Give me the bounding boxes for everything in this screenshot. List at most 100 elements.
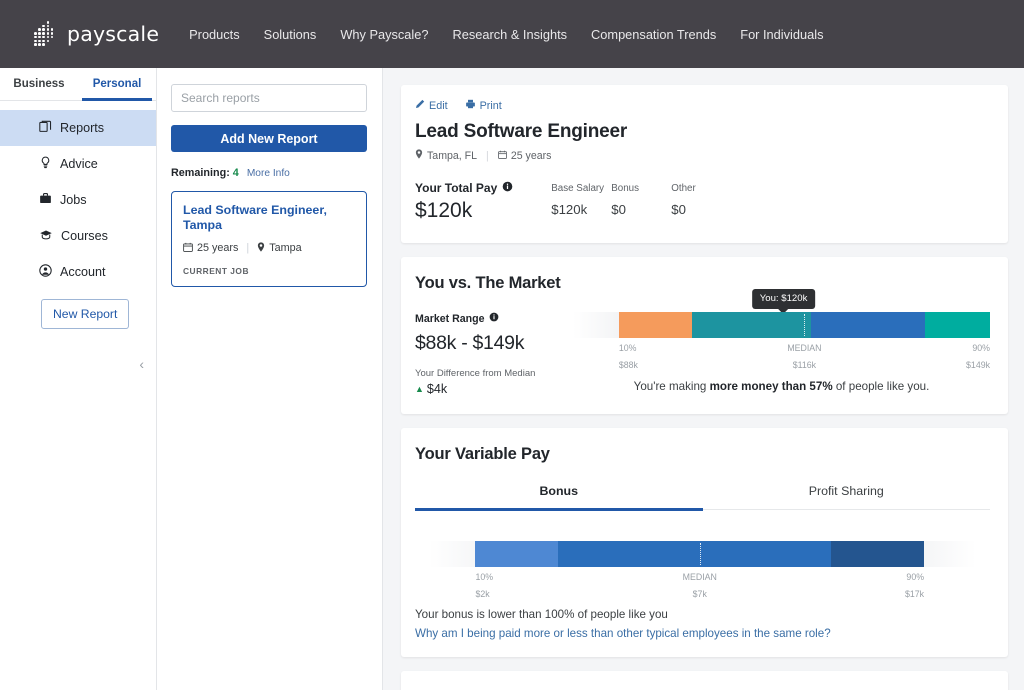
- primary-nav-links: Products Solutions Why Payscale? Researc…: [189, 27, 823, 42]
- note-suffix: of people like you.: [832, 380, 930, 393]
- market-percentile-note: You're making more money than 57% of peo…: [573, 380, 990, 393]
- bar-segment-2: [557, 541, 832, 567]
- app-shell: Business Personal Reports Advice Jobs Co…: [0, 68, 1024, 690]
- report-card-location: Tampa: [257, 242, 302, 255]
- market-panel-body: Market Range $88k - $149k Your Differenc…: [415, 289, 990, 397]
- sidebar-item-courses[interactable]: Courses: [0, 218, 156, 254]
- search-input[interactable]: [171, 84, 367, 112]
- scale-tick-1: 10% $2k: [475, 572, 493, 599]
- more-info-link[interactable]: More Info: [247, 168, 290, 179]
- market-panel-title: You vs. The Market: [415, 274, 561, 292]
- tab-bonus[interactable]: Bonus: [415, 484, 703, 511]
- sidebar-item-label: Advice: [60, 157, 98, 171]
- collapse-sidebar-chevron-left-icon[interactable]: ‹: [139, 356, 144, 372]
- difference-from-median-value: $4k: [426, 382, 448, 396]
- remaining-label: Remaining:: [171, 167, 230, 179]
- scale-tick-3: 90% $149k: [966, 343, 990, 370]
- bar-segment-1: [475, 541, 558, 567]
- breakdown-label: Bonus: [611, 183, 640, 194]
- job-experience-text: 25 years: [510, 149, 552, 162]
- market-range-label-row: Market Range: [415, 312, 573, 325]
- info-icon[interactable]: [489, 312, 499, 325]
- payscale-wordmark: payscale: [67, 22, 160, 46]
- bar-segment-2: [691, 312, 811, 338]
- meta-divider: |: [486, 149, 489, 162]
- job-header-panel: Edit Print Lead Software Engineer Tampa,…: [401, 85, 1008, 243]
- pay-summary-row: Your Total Pay $120k Base Salary $120k B…: [415, 181, 990, 223]
- edit-link[interactable]: Edit: [415, 99, 448, 112]
- why-paid-differently-link[interactable]: Why am I being paid more or less than ot…: [415, 627, 990, 640]
- breakdown-label: Base Salary: [551, 183, 605, 194]
- nav-link-solutions[interactable]: Solutions: [264, 27, 317, 42]
- market-range-summary: Market Range $88k - $149k Your Differenc…: [415, 312, 573, 397]
- nav-link-compensation-trends[interactable]: Compensation Trends: [591, 27, 716, 42]
- market-worth-over-time-panel: Your Market Worth Over Time: [401, 671, 1008, 690]
- bar-segment-3: [831, 541, 925, 567]
- report-card-title: Lead Software Engineer, Tampa: [183, 203, 327, 232]
- tab-profit-sharing[interactable]: Profit Sharing: [703, 484, 991, 509]
- bonus-chart: 10% $2k MEDIAN $7k 90% $17k: [415, 541, 990, 604]
- bar-segment-4: [925, 312, 990, 338]
- job-location-text: Tampa, FL: [427, 149, 478, 162]
- scale-tick-percent: 10%: [475, 572, 494, 582]
- scale-tick-percent: 10%: [618, 343, 637, 353]
- pay-breakdown-bonus: Bonus $0: [611, 183, 671, 217]
- payscale-dot-matrix-icon: [34, 21, 60, 47]
- sidebar-item-reports[interactable]: Reports: [0, 110, 156, 146]
- sidebar-item-label: Courses: [61, 229, 108, 243]
- sidebar-account-type-tabs: Business Personal: [0, 68, 156, 101]
- scale-tick-value: $17k: [904, 589, 925, 599]
- scale-tick-value: $149k: [966, 360, 990, 370]
- job-location: Tampa, FL: [415, 149, 477, 162]
- bonus-note: Your bonus is lower than 100% of people …: [415, 608, 668, 621]
- pay-breakdown-base-salary: Base Salary $120k: [551, 183, 611, 217]
- print-link[interactable]: Print: [465, 99, 502, 112]
- total-pay-label-row: Your Total Pay: [415, 181, 513, 195]
- total-pay-block: Your Total Pay $120k: [415, 181, 513, 223]
- report-card-current-job-badge: CURRENT JOB: [183, 265, 249, 276]
- market-you-tooltip: You: $120k: [751, 289, 816, 314]
- market-range-chart: You: $120k 10% $88k MEDIAN $116k 90% $149k Yo…: [573, 289, 990, 396]
- breakdown-value: $120k: [551, 202, 588, 217]
- scale-tick-value: $2k: [475, 589, 490, 599]
- new-report-button[interactable]: New Report: [41, 299, 130, 329]
- sidebar: Business Personal Reports Advice Jobs Co…: [0, 68, 157, 690]
- report-card-location-text: Tampa: [269, 242, 302, 255]
- graduation-cap-icon: [39, 228, 53, 244]
- map-pin-icon: [257, 242, 265, 255]
- market-range-bar[interactable]: [573, 312, 990, 338]
- briefcase-icon: [39, 192, 52, 208]
- scale-tick-percent: 90%: [906, 572, 925, 582]
- difference-from-median-value-row: ▲ $4k: [415, 382, 573, 396]
- sidebar-tab-business[interactable]: Business: [0, 68, 78, 100]
- info-icon[interactable]: [502, 181, 513, 195]
- payscale-logo[interactable]: payscale: [34, 21, 159, 47]
- bar-segment-3: [810, 312, 926, 338]
- scale-tick-2: MEDIAN $116k: [787, 343, 821, 370]
- sidebar-item-account[interactable]: Account: [0, 254, 156, 290]
- bar-segment-1: [618, 312, 692, 338]
- sidebar-item-jobs[interactable]: Jobs: [0, 182, 156, 218]
- nav-link-for-individuals[interactable]: For Individuals: [740, 27, 823, 42]
- scale-tick-percent: MEDIAN: [682, 572, 717, 582]
- nav-link-products[interactable]: Products: [189, 27, 240, 42]
- scale-tick-percent: MEDIAN: [787, 343, 822, 353]
- breakdown-value: $0: [611, 202, 626, 217]
- sidebar-item-advice[interactable]: Advice: [0, 146, 156, 182]
- main-content: Edit Print Lead Software Engineer Tampa,…: [383, 68, 1024, 690]
- nav-link-research-insights[interactable]: Research & Insights: [453, 27, 568, 42]
- sidebar-tab-personal[interactable]: Personal: [78, 68, 156, 101]
- sidebar-menu: Reports Advice Jobs Courses Account: [0, 101, 156, 290]
- nav-link-why-payscale[interactable]: Why Payscale?: [340, 27, 428, 42]
- scale-tick-value: $7k: [692, 589, 707, 599]
- variable-pay-title: Your Variable Pay: [415, 445, 550, 463]
- report-card[interactable]: Lead Software Engineer, Tampa 25 years |…: [171, 191, 367, 287]
- variable-pay-panel: Your Variable Pay Bonus Profit Sharing 1…: [401, 428, 1008, 657]
- scale-tick-1: 10% $88k: [619, 343, 638, 370]
- lightbulb-icon: [39, 156, 52, 172]
- bonus-bar-scale: 10% $2k MEDIAN $7k 90% $17k: [429, 572, 976, 604]
- variable-pay-tabs: Bonus Profit Sharing: [415, 484, 991, 511]
- bonus-range-bar[interactable]: [429, 541, 976, 567]
- add-new-report-button[interactable]: Add New Report: [171, 125, 367, 152]
- market-comparison-panel: You vs. The Market Market Range $88k - $…: [401, 257, 1008, 414]
